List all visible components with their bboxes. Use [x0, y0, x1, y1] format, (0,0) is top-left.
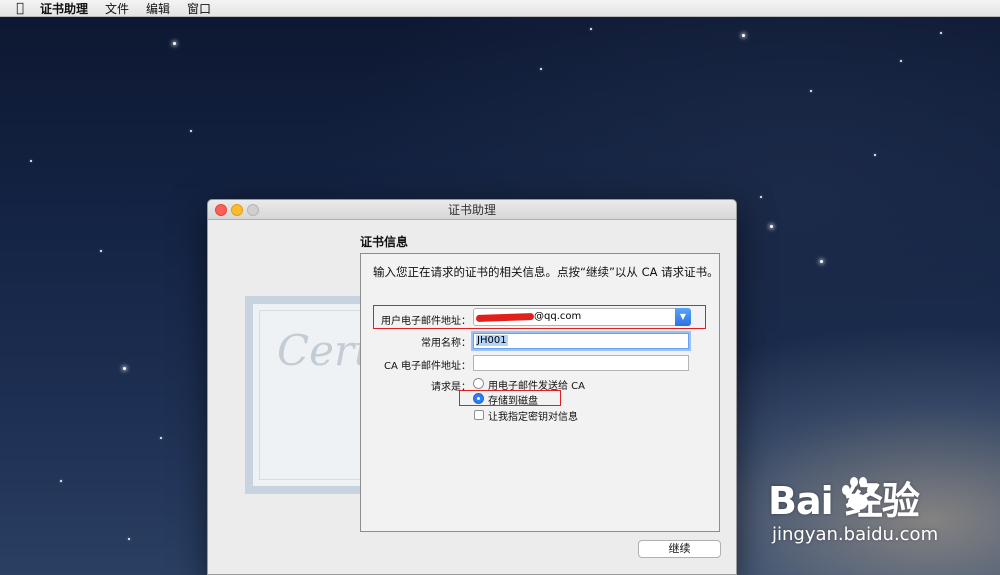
radio-save-to-disk[interactable] [473, 393, 484, 404]
watermark-url: jingyan.baidu.com [772, 524, 939, 545]
star [30, 160, 32, 162]
star [900, 60, 902, 62]
star [540, 68, 542, 70]
common-name-field[interactable]: JH001 [473, 333, 689, 349]
menu-file[interactable]: 文件 [105, 0, 129, 17]
window-titlebar[interactable]: 证书助理 [208, 200, 736, 220]
ca-email-field[interactable] [473, 355, 689, 371]
form-panel: 输入您正在请求的证书的相关信息。点按“继续”以从 CA 请求证书。 用户电子邮件… [360, 253, 720, 532]
star [173, 42, 176, 45]
redaction-mark [475, 312, 535, 323]
ca-email-label: CA 电子邮件地址： [383, 361, 471, 372]
star [590, 28, 592, 30]
star [160, 437, 162, 439]
menu-window[interactable]: 窗口 [187, 0, 211, 17]
star [770, 225, 773, 228]
star [810, 90, 812, 92]
email-label: 用户电子邮件地址： [381, 316, 471, 327]
star [742, 34, 745, 37]
menu-app-name[interactable]: 证书助理 [40, 0, 88, 17]
star [128, 538, 130, 540]
option-save-to-disk-label: 存储到磁盘 [488, 396, 538, 407]
star [123, 367, 126, 370]
common-name-value: JH001 [476, 335, 508, 346]
paw-icon [842, 477, 875, 510]
common-name-label: 常用名称： [421, 338, 471, 349]
apple-menu-icon[interactable]:  [0, 1, 40, 16]
menu-bar:  证书助理 文件 编辑 窗口 [0, 0, 1000, 17]
continue-button[interactable]: 继续 [638, 540, 721, 558]
star [760, 196, 762, 198]
chevron-down-icon[interactable]: ▼ [675, 308, 691, 326]
star [874, 154, 876, 156]
minimize-button[interactable] [231, 204, 243, 216]
star [820, 260, 823, 263]
menu-edit[interactable]: 编辑 [146, 0, 170, 17]
star [190, 130, 192, 132]
certificate-assistant-window: 证书助理 Certific 证书信息 输入您正在请求的证书的相关信息。点按“继续… [207, 199, 737, 575]
section-title: 证书信息 [360, 235, 409, 249]
zoom-button[interactable] [247, 204, 259, 216]
request-label: 请求是： [431, 382, 471, 393]
intro-text: 输入您正在请求的证书的相关信息。点按“继续”以从 CA 请求证书。 [373, 265, 719, 279]
checkbox-key-pair[interactable] [474, 410, 484, 420]
radio-email-ca[interactable] [473, 378, 484, 389]
checkbox-key-pair-label: 让我指定密钥对信息 [488, 412, 578, 423]
close-button[interactable] [215, 204, 227, 216]
email-value: @qq.com [534, 311, 582, 322]
star [940, 32, 942, 34]
star [60, 480, 62, 482]
star [100, 250, 102, 252]
window-title: 证书助理 [447, 203, 496, 217]
email-dropdown[interactable]: @qq.com ▼ [473, 308, 691, 326]
